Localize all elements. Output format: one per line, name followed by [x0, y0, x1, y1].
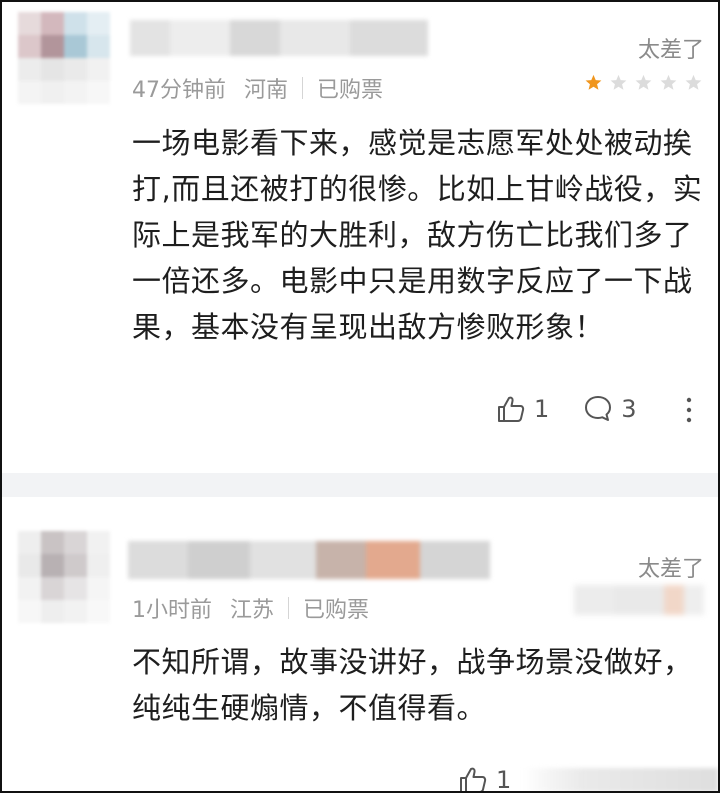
avatar[interactable] [18, 12, 110, 104]
review-meta: 1小时前 江苏 已购票 [132, 592, 369, 624]
review-card: 太差了 1小时前 江苏 已购票 不知所谓，故事没讲好，战争场景没做好，纯纯生硬煽… [2, 497, 718, 791]
comment-count: 3 [621, 395, 637, 423]
star-rating [574, 585, 704, 615]
review-text: 一场电影看下来，感觉是志愿军处处被动挨打,而且还被打的很惨。比如上甘岭战役，实际… [132, 126, 703, 344]
review-meta: 47分钟前 河南 已购票 [132, 72, 383, 104]
like-count: 1 [496, 766, 512, 793]
review-text: 不知所谓，故事没讲好，战争场景没做好，纯纯生硬煽情，不值得看。 [132, 645, 693, 725]
star-icon [610, 74, 627, 90]
review-list: 太差了 47分钟前 河南 已购票 一场电影看下来，感觉是志愿军处处被动挨打,而且… [0, 0, 720, 793]
username[interactable] [130, 20, 428, 56]
username[interactable] [128, 541, 490, 579]
star-icon [660, 74, 677, 90]
star-icon [685, 74, 702, 90]
review-time: 47分钟前 [132, 78, 226, 103]
meta-divider [302, 77, 304, 99]
avatar[interactable] [18, 531, 110, 623]
like-button[interactable]: 1 [458, 765, 512, 793]
review-region: 江苏 [230, 598, 275, 623]
review-actions: 1 3 [496, 394, 671, 424]
thumbs-up-icon [460, 767, 487, 791]
review-time: 1小时前 [132, 598, 212, 623]
watermark [522, 768, 718, 791]
like-count: 1 [534, 395, 550, 423]
comment-button[interactable]: 3 [583, 394, 637, 424]
star-icon [635, 74, 652, 90]
star-rating [585, 74, 702, 91]
more-vertical-icon[interactable] [686, 396, 692, 426]
comment-bubble-icon [585, 396, 612, 421]
review-region: 河南 [244, 78, 289, 103]
rating-label: 太差了 [637, 38, 704, 63]
section-divider [2, 473, 718, 497]
review-card: 太差了 47分钟前 河南 已购票 一场电影看下来，感觉是志愿军处处被动挨打,而且… [2, 2, 718, 473]
purchase-badge: 已购票 [303, 598, 370, 623]
star-icon [585, 74, 602, 90]
purchase-badge: 已购票 [317, 78, 384, 103]
rating-label: 太差了 [637, 557, 704, 582]
thumbs-up-icon [498, 396, 525, 422]
like-button[interactable]: 1 [496, 394, 549, 424]
meta-divider [288, 597, 290, 619]
